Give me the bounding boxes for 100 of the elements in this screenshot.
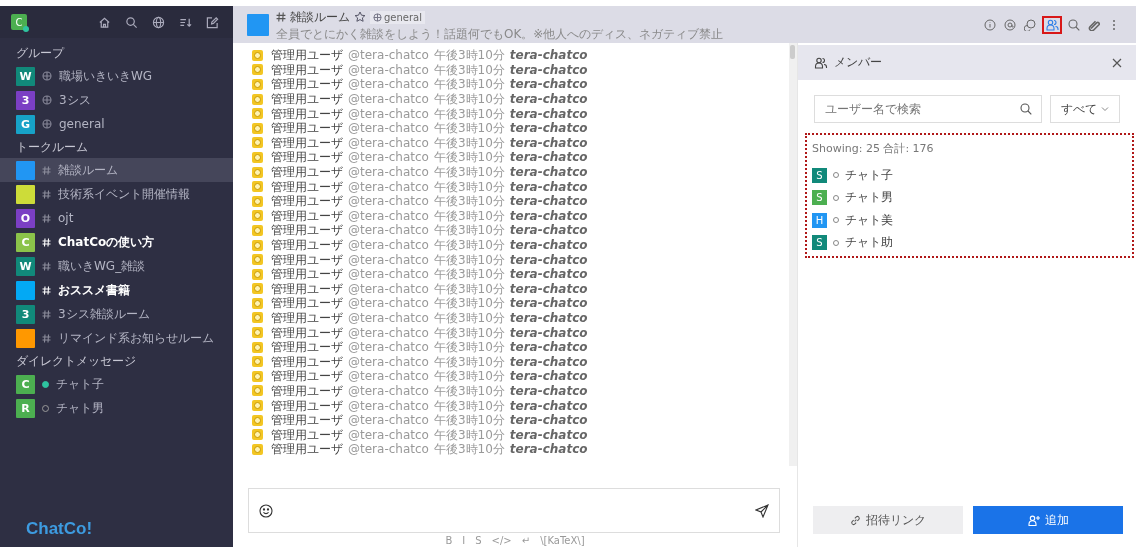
invite-link-button[interactable]: 招待リンク (813, 506, 963, 534)
member-item[interactable]: S チャト男 (812, 186, 1132, 209)
sidebar-item[interactable]: W 職いきWG_雑談 (0, 254, 233, 278)
star-icon[interactable] (354, 11, 366, 23)
user-avatar (252, 166, 263, 178)
room-name: 雑談ルーム (290, 8, 350, 26)
info-icon[interactable] (982, 16, 998, 33)
sender-handle: @tera-chatco (348, 267, 429, 282)
section-heading: トークルーム (15, 139, 89, 156)
user-avatar (252, 64, 263, 76)
home-icon[interactable] (98, 15, 111, 29)
sidebar-item[interactable]: 雑談ルーム (0, 158, 233, 182)
sidebar-item[interactable]: 技術系イベント開催情報 (0, 182, 233, 206)
user-avatar (252, 195, 263, 207)
room-avatar: O (16, 208, 35, 228)
app-logo: ChatCo! (25, 519, 94, 540)
message-text: tera-chatco (509, 398, 588, 413)
user-avatar (252, 297, 263, 309)
sender-handle: @tera-chatco (348, 121, 429, 136)
sender-name: 管理用ユーザ (271, 267, 343, 282)
hash-icon (42, 165, 51, 175)
sender-name: 管理用ユーザ (271, 369, 343, 384)
member-name: チャト男 (845, 189, 893, 207)
user-avatar: S (812, 190, 827, 206)
sender-name: 管理用ユーザ (271, 223, 343, 238)
mention-icon[interactable] (1002, 16, 1018, 33)
message-time: 午後3時10分 (433, 135, 505, 150)
message-time: 午後3時10分 (433, 354, 505, 369)
message-text: tera-chatco (509, 281, 588, 296)
sidebar-item[interactable]: O ojt (0, 206, 233, 230)
search-icon[interactable] (1020, 103, 1032, 115)
user-avatar (252, 268, 263, 280)
discussion-icon[interactable] (1022, 16, 1038, 33)
sidebar-item[interactable]: 3 3シス雑談ルーム (0, 302, 233, 326)
room-avatar: 3 (16, 304, 35, 324)
message-time: 午後3時10分 (433, 150, 505, 165)
message-time: 午後3時10分 (433, 383, 505, 398)
message-time: 午後3時10分 (433, 48, 505, 63)
panel-title: メンバー (834, 54, 883, 71)
sender-handle: @tera-chatco (348, 281, 429, 296)
message-text: tera-chatco (509, 106, 588, 121)
group-tag[interactable]: general (370, 10, 425, 24)
sender-handle: @tera-chatco (348, 165, 429, 180)
sender-name: 管理用ユーザ (271, 77, 343, 92)
sidebar-item[interactable]: おススメ書籍 (0, 278, 233, 302)
message-text: tera-chatco (509, 62, 588, 77)
sender-name: 管理用ユーザ (271, 325, 343, 340)
user-avatar (252, 239, 263, 251)
sidebar-item[interactable]: W 職場いきいきWG (0, 64, 233, 88)
user-avatar (252, 49, 263, 61)
hash-icon (42, 309, 51, 319)
message-text: tera-chatco (509, 92, 588, 107)
section-heading: グループ (15, 45, 66, 62)
member-item[interactable]: S チャト助 (812, 231, 1132, 254)
add-member-button[interactable]: 追加 (973, 506, 1123, 534)
sender-handle: @tera-chatco (348, 106, 429, 121)
room-topic: 全員でとにかく雑談をしよう！話題何でもOK。※他人へのディス、ネガティブ禁止 (276, 26, 725, 41)
group-icon (373, 12, 382, 22)
message-time: 午後3時10分 (433, 398, 505, 413)
member-item[interactable]: S チャト子 (812, 164, 1132, 187)
sender-name: 管理用ユーザ (271, 135, 343, 150)
close-icon[interactable] (1112, 57, 1122, 68)
member-item[interactable]: H チャト美 (812, 209, 1132, 232)
search-field[interactable]: ユーザー名で検索 (814, 95, 1042, 123)
sender-handle: @tera-chatco (348, 77, 429, 92)
sidebar-item[interactable]: C ChatCoの使い方 (0, 230, 233, 254)
sender-name: 管理用ユーザ (271, 121, 343, 136)
sidebar-item[interactable]: C チャト子 (0, 372, 233, 396)
send-icon[interactable] (755, 503, 769, 518)
sidebar-item[interactable]: リマインド系お知らせルーム (0, 326, 233, 350)
message-time: 午後3時10分 (433, 106, 505, 121)
globe-icon[interactable] (152, 15, 165, 29)
user-avatar (252, 210, 263, 222)
sender-handle: @tera-chatco (348, 369, 429, 384)
message-time: 午後3時10分 (433, 427, 505, 442)
scrollbar[interactable] (789, 43, 797, 466)
search-icon[interactable] (125, 15, 138, 29)
message-text: tera-chatco (509, 238, 588, 252)
sender-name: 管理用ユーザ (271, 311, 343, 325)
message-text: tera-chatco (509, 442, 588, 457)
sidebar-item[interactable]: R チャト男 (0, 396, 233, 420)
sender-name: 管理用ユーザ (271, 179, 343, 194)
sidebar-item[interactable]: 3 3シス (0, 88, 233, 112)
message-time: 午後3時10分 (433, 369, 505, 384)
sidebar-item[interactable]: G general (0, 112, 233, 136)
status-select[interactable]: すべて (1050, 95, 1120, 123)
room-avatar: C (16, 232, 35, 252)
user-avatar (252, 327, 263, 339)
edit-icon[interactable] (206, 15, 219, 29)
emoji-icon[interactable] (259, 503, 273, 518)
sender-handle: @tera-chatco (348, 296, 429, 311)
message-time: 午後3時10分 (433, 77, 505, 92)
message-text: tera-chatco (509, 427, 588, 442)
user-avatar (252, 108, 263, 120)
hash-icon (42, 261, 51, 271)
search-icon[interactable] (1066, 16, 1082, 33)
members-icon[interactable] (1042, 15, 1062, 34)
user-avatar (252, 122, 263, 134)
sender-name: 管理用ユーザ (271, 442, 343, 457)
room-avatar: C (16, 374, 35, 394)
